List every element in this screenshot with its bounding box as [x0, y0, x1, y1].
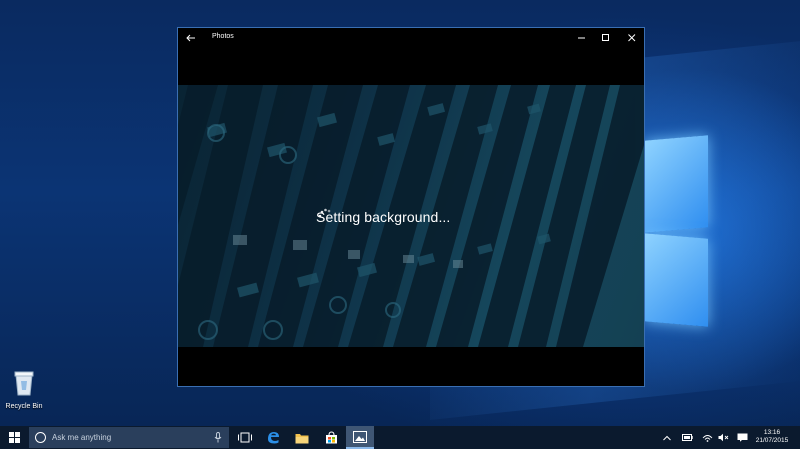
edge-button[interactable]	[262, 426, 284, 449]
minimize-icon	[578, 37, 585, 39]
windows-logo-icon	[8, 432, 20, 443]
window-title: Photos	[212, 33, 234, 40]
file-explorer-button[interactable]	[291, 426, 313, 449]
photos-icon	[353, 430, 367, 443]
edge-icon	[267, 432, 279, 444]
action-center-icon	[737, 433, 747, 442]
microphone-icon[interactable]	[214, 432, 222, 443]
taskbar: Ask me anything 13:16 21/07/2015	[0, 426, 800, 449]
store-button[interactable]	[320, 426, 342, 449]
maximize-button[interactable]	[597, 30, 615, 46]
task-view-button[interactable]	[234, 426, 256, 449]
status-text: Setting background...	[316, 209, 451, 225]
clock-time: 13:16	[763, 429, 781, 436]
store-icon	[325, 431, 337, 444]
title-bar[interactable]: Photos	[178, 28, 644, 48]
loading-spinner-icon	[318, 208, 331, 218]
show-hidden-icons-button[interactable]	[660, 426, 674, 449]
battery-button[interactable]	[680, 426, 694, 449]
battery-icon	[681, 434, 693, 441]
wallpaper-windows-logo	[644, 128, 714, 328]
setting-background-progress: Setting background...	[316, 205, 450, 229]
search-box[interactable]: Ask me anything	[29, 427, 229, 448]
close-button[interactable]	[623, 30, 641, 46]
photos-window[interactable]: Photos Setting background...	[177, 27, 645, 387]
photos-taskbar-button[interactable]	[346, 426, 374, 449]
clock-date: 21/07/2015	[755, 437, 789, 444]
start-button[interactable]	[0, 426, 28, 449]
minimize-button[interactable]	[573, 30, 591, 46]
chevron-up-icon	[663, 435, 671, 440]
back-button[interactable]	[184, 31, 198, 45]
photo-view[interactable]: Setting background...	[178, 85, 644, 347]
close-icon	[628, 34, 636, 42]
recycle-bin-label: Recycle Bin	[5, 403, 43, 410]
folder-icon	[295, 433, 309, 443]
network-button[interactable]	[700, 426, 714, 449]
taskbar-clock[interactable]: 13:16 21/07/2015	[752, 429, 792, 445]
network-icon	[702, 435, 712, 442]
back-arrow-icon	[186, 34, 195, 42]
recycle-bin[interactable]: Recycle Bin	[2, 370, 46, 410]
maximize-icon	[602, 34, 609, 41]
volume-muted-icon	[718, 433, 728, 442]
action-center-button[interactable]	[734, 426, 750, 449]
search-placeholder: Ask me anything	[52, 433, 112, 442]
task-view-icon	[238, 432, 252, 443]
cortana-circle-icon	[35, 432, 46, 443]
volume-button[interactable]	[716, 426, 730, 449]
recycle-bin-icon	[14, 371, 34, 396]
